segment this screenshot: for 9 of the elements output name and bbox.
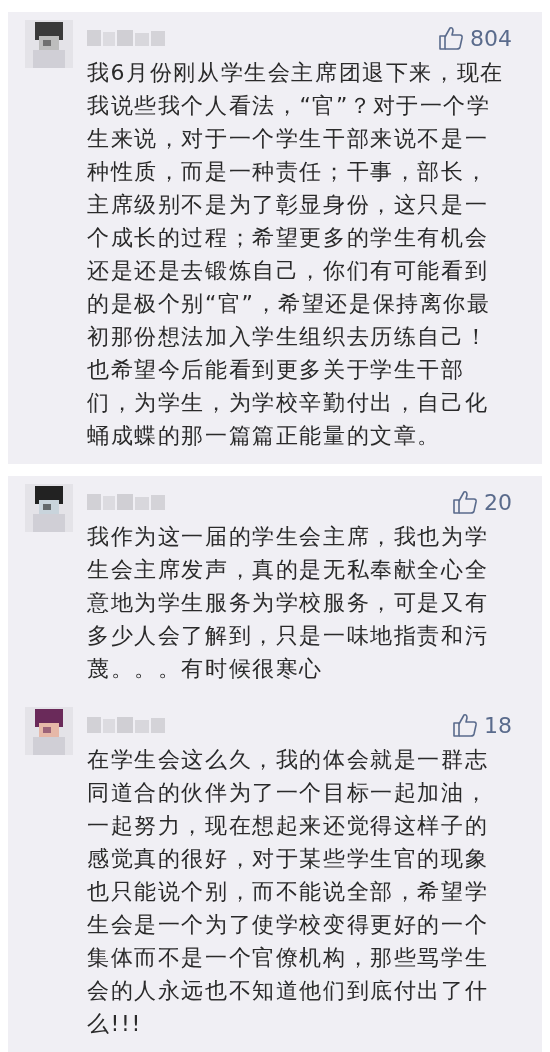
like-count: 20 (484, 489, 512, 515)
comment-text: 在学生会这么久，我的体会就是一群志同道合的伙伴为了一个目标一起加油，一起努力，现在想起来还觉得这样子的感觉真的很好，对于某些学生官的现象也只能说个别，而不能说全部，希望学生会是一个为了使学校变得更好的一个集体而不是一个官僚机构，那些骂学生会的人永远也不知道他们到底付出了什么!!! (87, 746, 490, 1038)
comment-text: 我作为这一届的学生会主席，我也为学生会主席发声，真的是无私奉献全心全意地为学生服务为学校服务，可是又有多少人会了解到，只是一味地指责和污蔑。。。有时候很寒心 (87, 523, 490, 683)
like-count: 804 (470, 25, 512, 51)
like-count: 18 (484, 712, 512, 738)
thumbs-up-icon[interactable] (452, 712, 478, 738)
thumbs-up-icon[interactable] (438, 25, 464, 51)
thumbs-up-icon[interactable] (452, 489, 478, 515)
comment-text: 我6月份刚从学生会主席团退下来，现在我说些我个人看法，“官”？对于一个学生来说，对于一个学生干部来说不是一种性质，而是一种责任；干事，部长，主席级别不是为了彰显身份，这只是一个成长的过程；希望更多的学生有机会还是还是去锻炼自己，你们有可能看到的是极个别“官”，希望还是保持离你最初那份想法加入学生组织去历练自己！也希望今后能看到更多关于学生干部们，为学生，为学校辛勤付出，自己化蛹成蝶的那一篇篇正能量的文章。 (87, 59, 505, 450)
